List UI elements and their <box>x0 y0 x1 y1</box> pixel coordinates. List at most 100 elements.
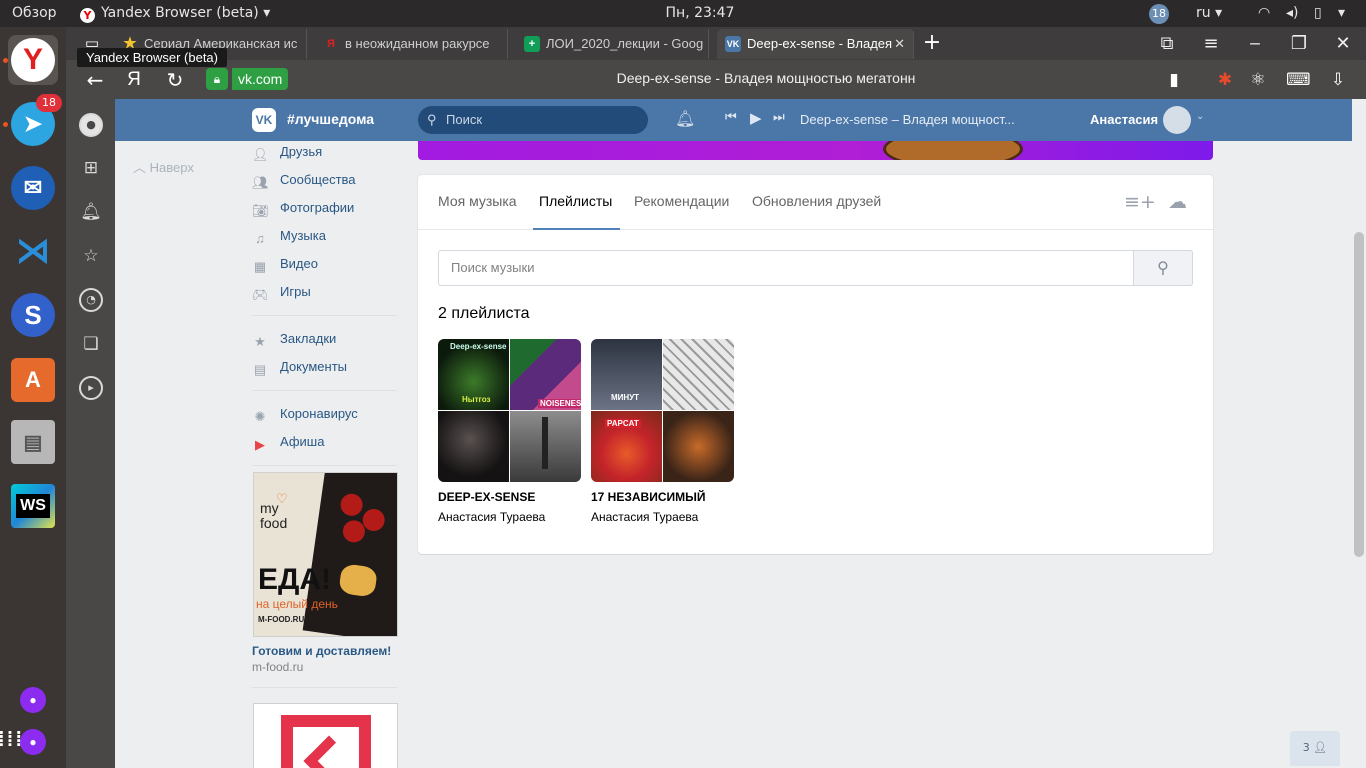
document-icon: ▤ <box>253 362 267 377</box>
nav-label: Видео <box>280 256 318 271</box>
ad-headline[interactable]: Готовим и доставляем! <box>252 644 391 658</box>
bookmark-icon[interactable]: ▮ <box>1162 68 1186 92</box>
playlist-cover[interactable]: МИНУТ PAPCAT <box>591 339 734 482</box>
wifi-icon[interactable]: ◠ <box>1258 4 1270 23</box>
new-tab-button[interactable]: + <box>918 29 946 57</box>
previous-track-icon[interactable]: ⏮ <box>725 110 737 125</box>
nav-afisha[interactable]: ▶ Афиша <box>252 432 324 452</box>
language-indicator[interactable]: ru ▾ <box>1196 4 1222 23</box>
launcher-webstorm[interactable]: WS <box>8 481 58 531</box>
vk-hashtag[interactable]: #лучшедома <box>287 111 374 127</box>
volume-icon[interactable]: ◂) <box>1286 4 1299 23</box>
ad-domain[interactable]: m-food.ru <box>252 660 303 674</box>
online-count: 3 <box>1302 741 1310 754</box>
bell-icon[interactable]: 🔔︎ <box>79 200 103 224</box>
vk-logo-icon[interactable]: VK <box>252 108 276 132</box>
star-icon[interactable]: ☆ <box>79 244 103 268</box>
nav-video[interactable]: ▦ Видео <box>252 254 318 274</box>
online-friends-button[interactable]: 3 👤︎ <box>1290 731 1340 766</box>
back-button[interactable]: ← <box>81 66 109 94</box>
lock-icon[interactable]: 🔒︎ <box>206 68 228 90</box>
clock[interactable]: Пн, 23:47 <box>650 4 750 23</box>
profile-icon[interactable]: ● <box>79 113 103 137</box>
notification-badge[interactable]: 18 <box>1149 4 1169 24</box>
playlist-card[interactable]: Deep-ex-sense Нытгоз NOISENESS DEEP-EX-S… <box>438 339 581 524</box>
tabs-menu-icon[interactable]: ⧉ <box>1147 27 1187 60</box>
url-domain[interactable]: vk.com <box>232 68 289 90</box>
nav-coronavirus[interactable]: ✺ Коронавирус <box>252 404 358 424</box>
vk-icon: VK <box>725 36 741 52</box>
app-menu[interactable]: Y Yandex Browser (beta) ▾ <box>80 4 270 23</box>
launcher-software-center[interactable]: A <box>8 355 58 405</box>
hamburger-menu-icon[interactable]: ≡ <box>1191 27 1231 60</box>
tab-google-sheets[interactable]: + ЛОИ_2020_лекции - Goog <box>516 29 709 59</box>
ad-image-2[interactable] <box>253 703 398 768</box>
chevron-up-icon: ︿ <box>133 160 147 175</box>
music-search-input[interactable]: Поиск музыки <box>438 250 1134 286</box>
system-menu-icon[interactable]: ▾ <box>1338 4 1345 23</box>
downloads-icon[interactable]: ⇩ <box>1326 68 1350 92</box>
nav-games[interactable]: 🎮︎ Игры <box>252 282 311 302</box>
launcher-thunderbird[interactable]: ✉ <box>8 163 58 213</box>
nav-photos[interactable]: 📷︎ Фотографии <box>252 198 354 218</box>
scroll-to-top-button[interactable]: ︿ Наверх <box>133 157 194 176</box>
ad-big-text: ЕДА! <box>258 563 332 596</box>
close-window-button[interactable]: ✕ <box>1323 27 1363 60</box>
avatar[interactable] <box>1163 106 1191 134</box>
next-track-icon[interactable]: ⏭ <box>773 110 785 125</box>
playlist-title[interactable]: 17 НЕЗАВИСИМЫЙ <box>591 490 734 504</box>
tab-yandex[interactable]: Яв неожиданном ракурсе <box>315 29 508 59</box>
play-icon[interactable]: ▶ <box>750 109 762 127</box>
close-icon[interactable]: ✕ <box>894 29 905 59</box>
apps-grid-icon[interactable]: ⊞ <box>79 156 103 180</box>
battery-icon[interactable]: ▯ <box>1314 4 1322 23</box>
playlist-author[interactable]: Анастасия Тураева <box>438 510 581 524</box>
now-playing-title[interactable]: Deep-ex-sense – Владея мощност... <box>800 112 1015 127</box>
nav-groups[interactable]: 👥︎ Сообщества <box>252 170 356 190</box>
collections-icon[interactable]: ❏ <box>79 332 103 356</box>
telegram-unread-badge: 18 <box>36 94 62 112</box>
history-icon[interactable]: ◔ <box>79 288 103 312</box>
play-icon[interactable]: ▸ <box>79 376 103 400</box>
user-name[interactable]: Анастасия <box>1090 112 1158 127</box>
scrollbar-thumb[interactable] <box>1354 232 1364 557</box>
extension-icon[interactable]: ⌨ <box>1286 68 1311 92</box>
add-playlist-icon[interactable]: ≡+ <box>1124 191 1156 213</box>
maximize-button[interactable]: ❐ <box>1279 27 1319 60</box>
upload-cloud-icon[interactable]: ☁ <box>1168 191 1187 213</box>
playlist-title[interactable]: DEEP-EX-SENSE <box>438 490 581 504</box>
nav-documents[interactable]: ▤ Документы <box>252 357 347 377</box>
tab-vk-active[interactable]: VK Deep-ex-sense - Владея ✕ <box>717 29 914 59</box>
launcher-yandex-browser[interactable]: Y <box>8 35 58 85</box>
chevron-down-icon[interactable]: ⌄ <box>1196 111 1204 122</box>
ladybug-extension-icon[interactable]: ✱ <box>1213 68 1237 92</box>
cover-quadrant: NOISENESS <box>510 339 581 410</box>
playlist-cover[interactable]: Deep-ex-sense Нытгоз NOISENESS <box>438 339 581 482</box>
vk-search-input[interactable]: ⚲ Поиск <box>418 106 648 134</box>
tab-friends-updates[interactable]: Обновления друзей <box>752 193 881 209</box>
url-page-title[interactable]: Deep-ex-sense - Владея мощностью мегатон… <box>366 70 1166 86</box>
nav-label: Сообщества <box>280 172 356 187</box>
show-applications-button[interactable]: ⁞⁞⁞ <box>0 715 56 765</box>
activities-button[interactable]: Обзор <box>12 4 57 23</box>
nav-bookmarks[interactable]: ★ Закладки <box>252 329 336 349</box>
chevron-down-icon: ▾ <box>1215 5 1223 21</box>
react-devtools-icon[interactable]: ⚛ <box>1246 68 1270 92</box>
launcher-vscode[interactable]: ⋊ <box>8 226 58 276</box>
playlist-author[interactable]: Анастасия Тураева <box>591 510 734 524</box>
launcher-file-manager[interactable]: ▤ <box>8 417 58 467</box>
nav-friends[interactable]: 👤︎ Друзья <box>252 142 322 162</box>
yandex-home-button[interactable]: Я <box>120 66 148 94</box>
reload-button[interactable]: ↻ <box>161 66 189 94</box>
playlist-card[interactable]: МИНУТ PAPCAT 17 НЕЗАВИСИМЫЙ Анастасия Ту… <box>591 339 734 524</box>
tab-my-music[interactable]: Моя музыка <box>438 193 517 209</box>
minimize-button[interactable]: ‒ <box>1235 27 1275 60</box>
nav-music[interactable]: ♫ Музыка <box>252 226 326 246</box>
browser-side-panel: ● ⊞ 🔔︎ ☆ ◔ ❏ ▸ <box>66 99 115 768</box>
ad-image[interactable]: ♡ my food ЕДА! на целый день M-FOOD.RU <box>253 472 398 637</box>
launcher-simplenote[interactable]: S <box>8 290 58 340</box>
bell-icon[interactable]: 🔔︎ <box>675 109 695 128</box>
search-icon[interactable]: ⚲ <box>1133 250 1193 286</box>
tab-playlists[interactable]: Плейлисты <box>539 193 612 209</box>
tab-recommendations[interactable]: Рекомендации <box>634 193 729 209</box>
